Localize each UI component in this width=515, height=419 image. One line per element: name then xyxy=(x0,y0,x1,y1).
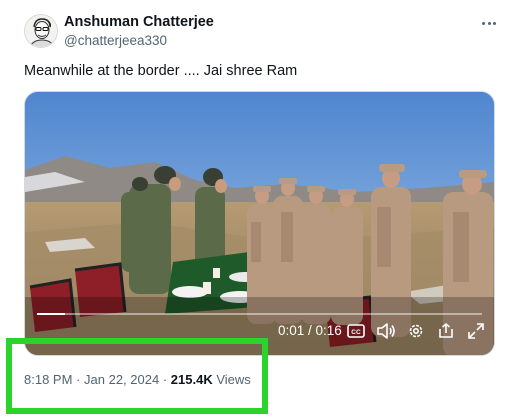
more-options-button[interactable] xyxy=(478,13,500,33)
author-handle[interactable]: @chatterjeea330 xyxy=(64,33,167,48)
share-out-button[interactable] xyxy=(436,321,456,341)
volume-button[interactable] xyxy=(376,321,396,341)
fullscreen-button[interactable] xyxy=(466,321,486,341)
tweet-card: Anshuman Chatterjee @chatterjeea330 Mean… xyxy=(0,0,515,419)
settings-icon xyxy=(409,324,423,338)
author-name[interactable]: Anshuman Chatterjee xyxy=(64,14,214,30)
settings-button[interactable] xyxy=(406,321,426,341)
more-horizontal-icon xyxy=(482,21,496,25)
volume-icon xyxy=(377,323,395,339)
portrait-sketch-icon xyxy=(25,15,57,47)
video-progress-bar[interactable] xyxy=(37,313,482,315)
svg-text:CC: CC xyxy=(351,329,361,336)
avatar[interactable] xyxy=(24,14,58,48)
fullscreen-icon xyxy=(468,323,484,339)
share-out-icon xyxy=(439,322,453,338)
tweet-text: Meanwhile at the border .... Jai shree R… xyxy=(24,63,298,79)
video-player[interactable]: 0:01 / 0:16 CC xyxy=(24,91,495,356)
closed-captions-button[interactable]: CC xyxy=(346,321,366,341)
highlight-annotation-box xyxy=(6,338,268,414)
closed-captions-icon: CC xyxy=(347,324,365,338)
video-time: 0:01 / 0:16 xyxy=(278,323,342,338)
video-progress-fill xyxy=(37,313,65,315)
